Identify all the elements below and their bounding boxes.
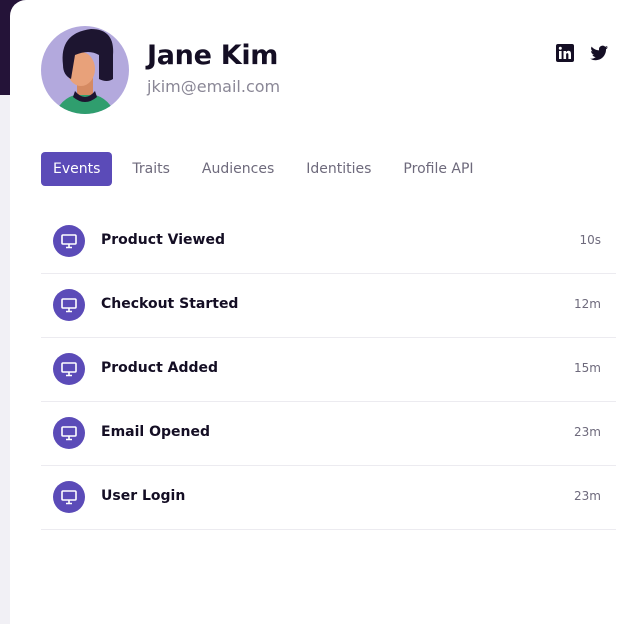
avatar (41, 26, 129, 114)
event-name: Checkout Started (101, 296, 239, 312)
event-time: 23m (574, 425, 601, 439)
profile-tabs: Events Traits Audiences Identities Profi… (41, 152, 490, 186)
monitor-icon (53, 225, 85, 257)
monitor-icon (53, 353, 85, 385)
twitter-icon[interactable] (589, 43, 609, 63)
event-row[interactable]: Checkout Started 12m (41, 274, 616, 338)
tab-events[interactable]: Events (41, 152, 113, 186)
event-time: 10s (579, 233, 601, 247)
event-name: User Login (101, 488, 186, 504)
event-name: Product Viewed (101, 232, 225, 248)
event-time: 23m (574, 489, 601, 503)
event-time: 12m (574, 297, 601, 311)
event-row[interactable]: User Login 23m (41, 466, 616, 530)
monitor-icon (53, 417, 85, 449)
events-list: Product Viewed 10s Checkout Started 12m … (41, 210, 616, 530)
event-row[interactable]: Product Viewed 10s (41, 210, 616, 274)
tab-identities[interactable]: Identities (290, 152, 387, 186)
linkedin-icon[interactable] (555, 43, 575, 63)
event-name: Product Added (101, 360, 219, 376)
monitor-icon (53, 289, 85, 321)
tab-traits[interactable]: Traits (116, 152, 186, 186)
tab-profile-api[interactable]: Profile API (387, 152, 489, 186)
monitor-icon (53, 481, 85, 513)
event-time: 15m (574, 361, 601, 375)
event-row[interactable]: Email Opened 23m (41, 402, 616, 466)
page: Jane Kim jkim@email.com Events Traits Au… (0, 0, 624, 624)
tab-audiences[interactable]: Audiences (186, 152, 290, 186)
event-name: Email Opened (101, 424, 210, 440)
profile-email: jkim@email.com (147, 77, 281, 96)
event-row[interactable]: Product Added 15m (41, 338, 616, 402)
profile-name: Jane Kim (147, 40, 279, 71)
